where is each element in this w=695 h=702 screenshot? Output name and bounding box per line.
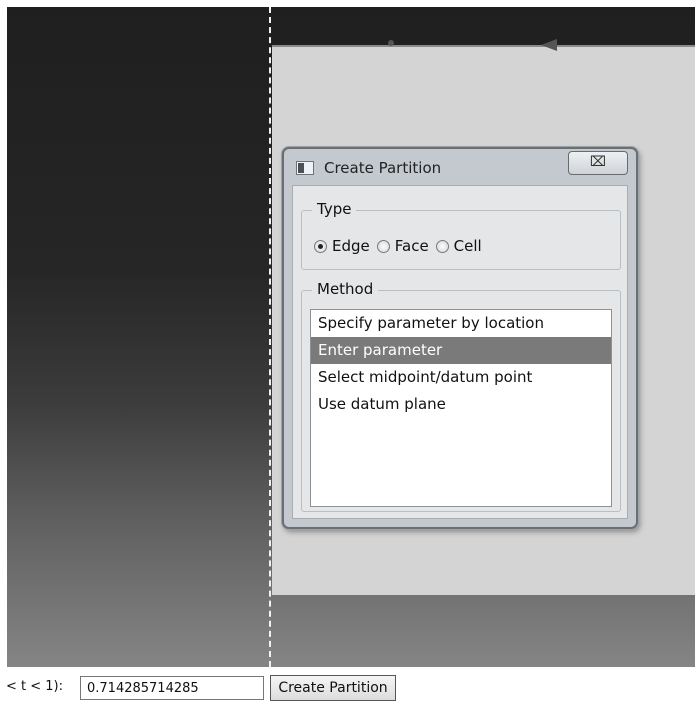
radio-cell-label: Cell: [453, 237, 482, 255]
method-group: Method Specify parameter by location Ent…: [301, 280, 621, 512]
radio-checked-icon[interactable]: [314, 239, 327, 253]
dialog-body: Type Edge Face Cell Method Specify param…: [292, 185, 628, 519]
list-item-use-datum-plane[interactable]: Use datum plane: [311, 391, 611, 418]
radio-cell[interactable]: Cell: [435, 237, 482, 255]
radio-unchecked-icon[interactable]: [376, 239, 390, 253]
parameter-input[interactable]: [80, 676, 264, 700]
close-button[interactable]: ⌧: [568, 151, 628, 175]
highlighted-edge[interactable]: [269, 7, 271, 667]
type-group: Type Edge Face Cell: [301, 200, 621, 270]
model-viewport[interactable]: Create Partition ⌧ Type Edge Face Cell M…: [7, 7, 695, 667]
method-group-label: Method: [312, 280, 379, 298]
dialog-titlebar[interactable]: Create Partition ⌧: [284, 149, 636, 185]
edge-point-marker: [388, 40, 394, 46]
window-icon: [296, 161, 314, 175]
list-item-select-midpoint[interactable]: Select midpoint/datum point: [311, 364, 611, 391]
radio-unchecked-icon[interactable]: [435, 239, 449, 253]
radio-face[interactable]: Face: [376, 237, 429, 255]
radio-edge[interactable]: Edge: [314, 237, 370, 255]
create-partition-dialog: Create Partition ⌧ Type Edge Face Cell M…: [282, 147, 638, 529]
radio-edge-label: Edge: [332, 237, 370, 255]
method-list[interactable]: Specify parameter by location Enter para…: [310, 309, 612, 507]
radio-face-label: Face: [394, 237, 429, 255]
prompt-label: < t < 1):: [6, 679, 64, 694]
create-partition-button[interactable]: Create Partition: [270, 675, 396, 701]
edge-direction-arrow: [541, 39, 557, 51]
dialog-title: Create Partition: [324, 159, 442, 177]
close-icon: ⌧: [589, 154, 607, 170]
type-group-label: Type: [312, 200, 357, 218]
prompt-bar: < t < 1): Create Partition: [0, 672, 695, 702]
list-item-specify-parameter[interactable]: Specify parameter by location: [311, 310, 611, 337]
list-item-enter-parameter[interactable]: Enter parameter: [311, 337, 611, 364]
